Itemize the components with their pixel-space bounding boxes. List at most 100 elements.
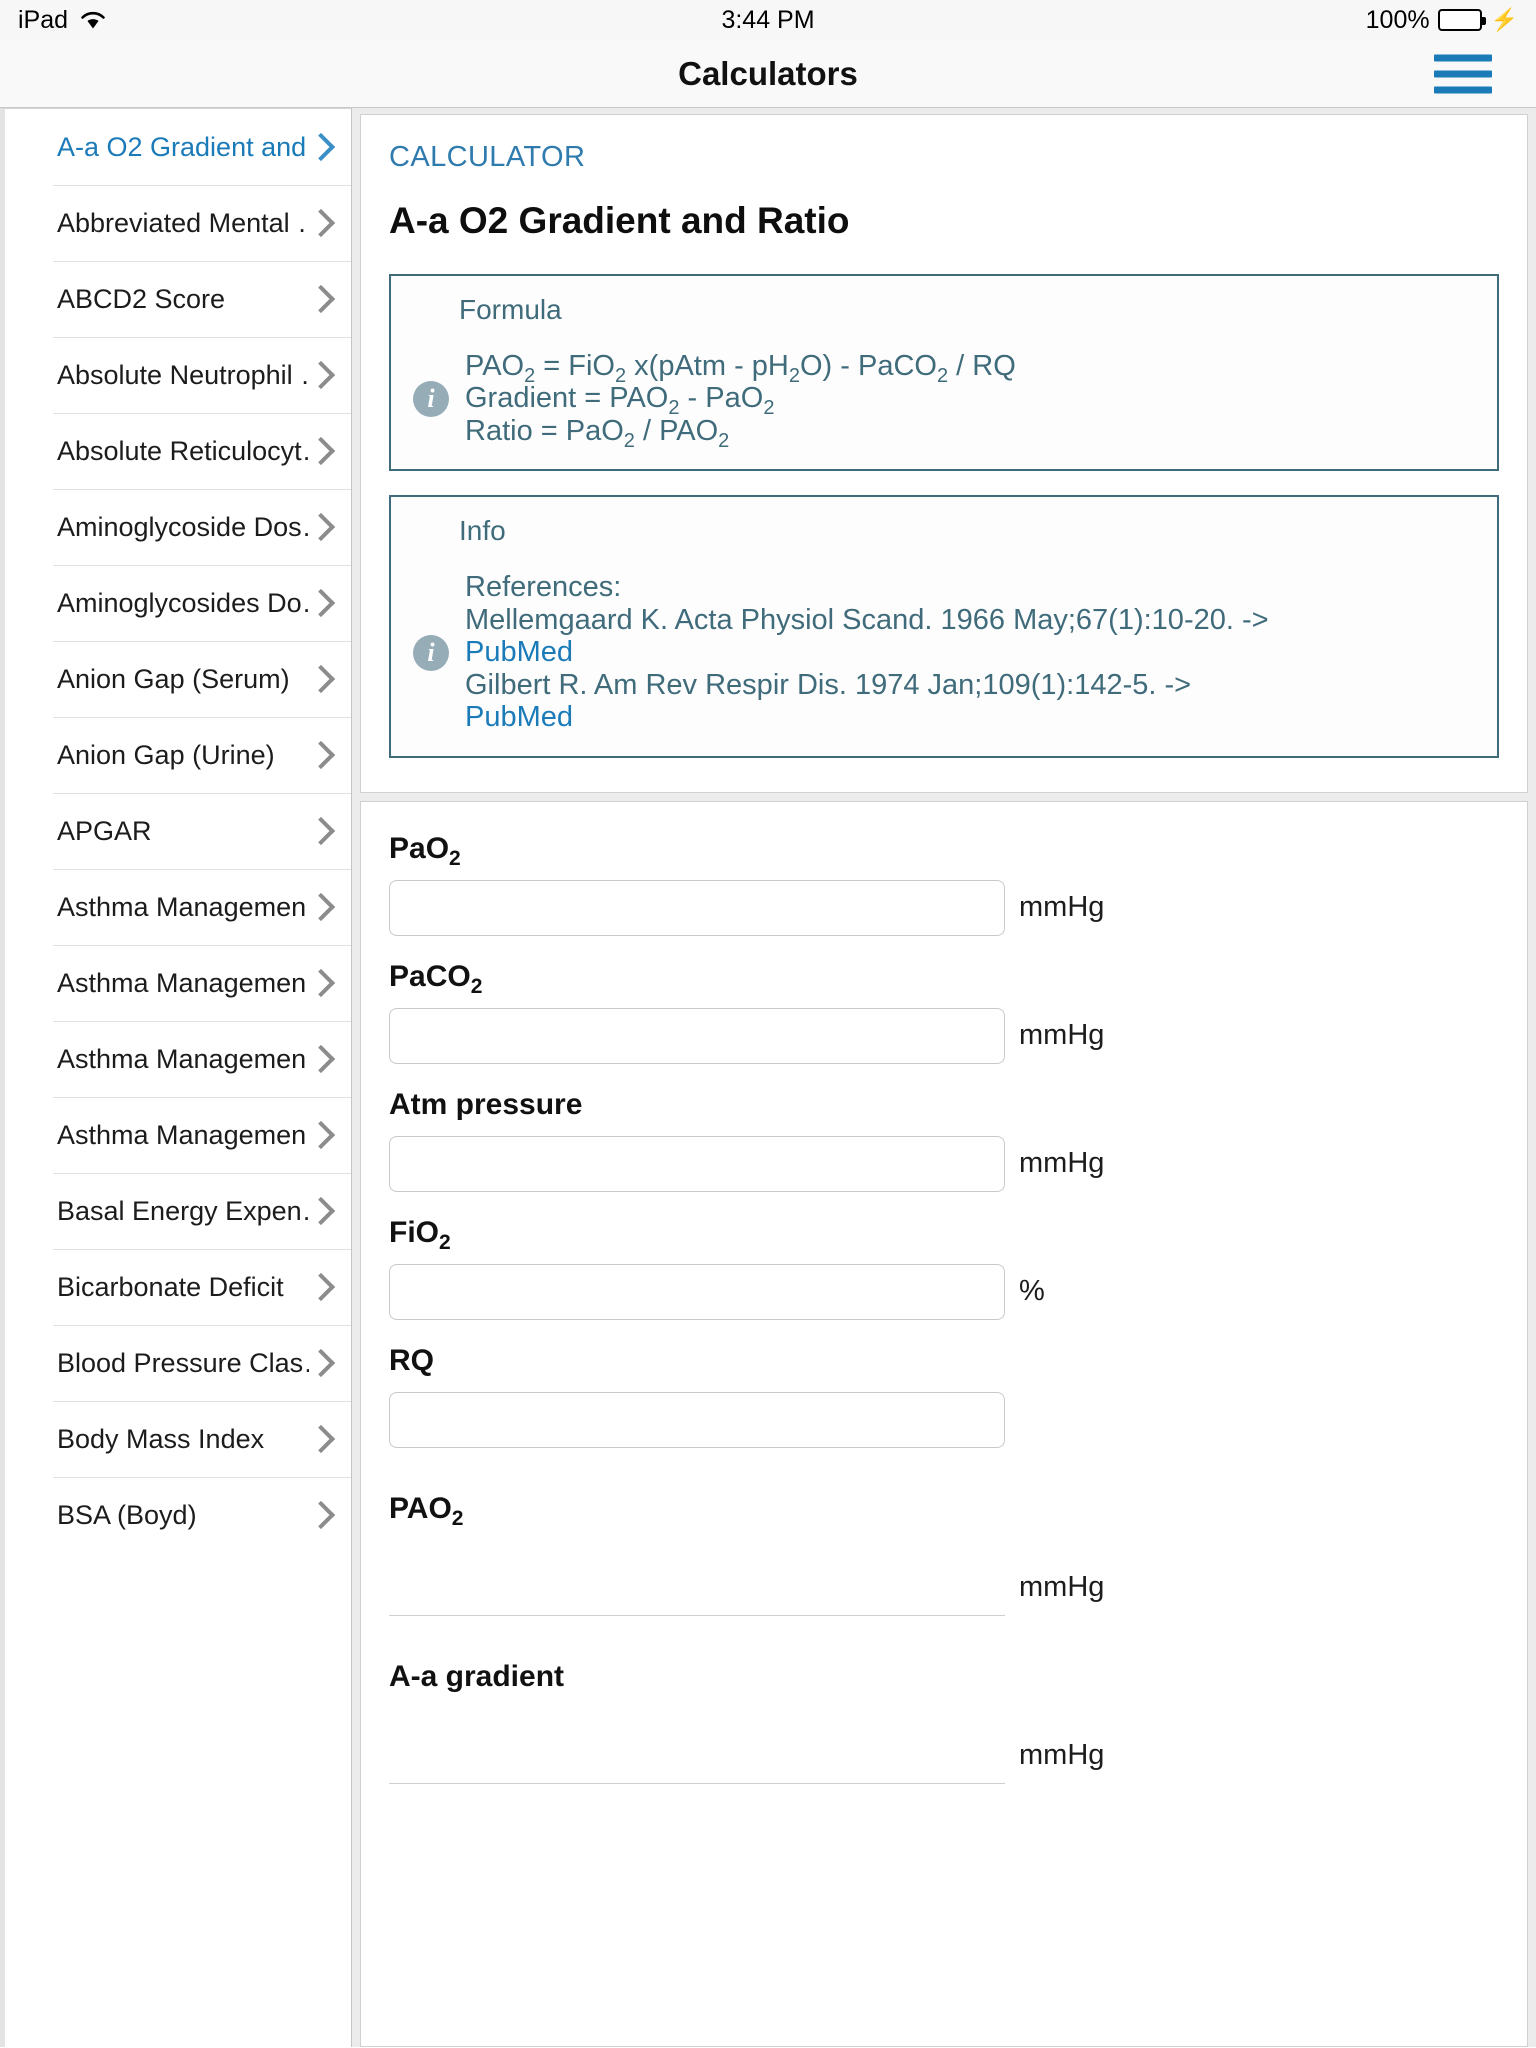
hamburger-menu-icon[interactable] xyxy=(1434,54,1492,93)
atm-pressure-unit: mmHg xyxy=(1019,1147,1105,1180)
field-result-pao2: PAO2 mmHg xyxy=(389,1492,1499,1616)
field-row-atm-pressure: mmHg xyxy=(389,1135,1499,1192)
pao2-unit: mmHg xyxy=(1019,891,1105,924)
chevron-right-icon xyxy=(309,1421,331,1457)
chevron-right-icon xyxy=(309,965,331,1001)
calculator-header-card: CALCULATOR A-a O2 Gradient and Ratio For… xyxy=(360,114,1528,793)
sidebar-item-label: Body Mass Index xyxy=(57,1423,265,1454)
chevron-right-icon xyxy=(309,813,331,849)
field-label-fio2: FiO2 xyxy=(389,1215,451,1254)
sidebar-item-label: Aminoglycosides Do… xyxy=(57,587,309,618)
sidebar-item-label: APGAR xyxy=(57,815,152,846)
sidebar-item-11[interactable]: Asthma Managemen… xyxy=(5,945,351,1021)
aa-gradient-output xyxy=(389,1727,1005,1784)
field-row-fio2: % xyxy=(389,1263,1499,1320)
chevron-right-icon xyxy=(309,433,331,469)
status-bar-left: iPad xyxy=(18,6,106,35)
field-fio2: FiO2 % xyxy=(389,1216,1499,1320)
sidebar-item-15[interactable]: Bicarbonate Deficit xyxy=(5,1249,351,1325)
sidebar-item-10[interactable]: Asthma Managemen… xyxy=(5,869,351,945)
sidebar-item-5[interactable]: Aminoglycoside Dos… xyxy=(5,489,351,565)
field-rq: RQ xyxy=(389,1344,1499,1448)
chevron-right-icon xyxy=(309,737,331,773)
chevron-right-icon xyxy=(309,1497,331,1533)
chevron-right-icon xyxy=(309,1193,331,1229)
pubmed-link-1[interactable]: PubMed xyxy=(465,636,1475,668)
sidebar-item-3[interactable]: Absolute Neutrophil … xyxy=(5,337,351,413)
field-atm-pressure: Atm pressure mmHg xyxy=(389,1088,1499,1192)
result-label-pao2: PAO2 xyxy=(389,1491,464,1530)
formula-line-2: Ratio = PaO2 / PAO2 xyxy=(465,414,730,452)
pubmed-link-2[interactable]: PubMed xyxy=(465,701,1475,733)
field-row-rq xyxy=(389,1391,1499,1448)
rq-input[interactable] xyxy=(389,1391,1005,1448)
battery-full-icon xyxy=(1437,9,1486,31)
field-row-paco2: mmHg xyxy=(389,1007,1499,1064)
chevron-right-icon xyxy=(309,1269,331,1305)
sidebar-item-13[interactable]: Asthma Managemen… xyxy=(5,1097,351,1173)
sidebar-item-label: Absolute Neutrophil … xyxy=(57,359,309,390)
sidebar-item-17[interactable]: Body Mass Index xyxy=(5,1401,351,1477)
chevron-right-icon xyxy=(309,357,331,393)
chevron-right-icon xyxy=(309,509,331,545)
sidebar-item-18[interactable]: BSA (Boyd) xyxy=(5,1477,351,1553)
field-label-pao2: PaO2 xyxy=(389,831,461,870)
sidebar-item-label: A-a O2 Gradient and… xyxy=(57,131,309,162)
pao2-input[interactable] xyxy=(389,879,1005,936)
atm-pressure-input[interactable] xyxy=(389,1135,1005,1192)
sidebar-item-14[interactable]: Basal Energy Expen… xyxy=(5,1173,351,1249)
sidebar-item-9[interactable]: APGAR xyxy=(5,793,351,869)
sidebar-item-0[interactable]: A-a O2 Gradient and… xyxy=(5,109,351,185)
sidebar-item-label: Basal Energy Expen… xyxy=(57,1195,309,1226)
sidebar-item-label: Absolute Reticulocyt… xyxy=(57,435,309,466)
formula-box: Formula i PAO2 = FiO2 x(pAtm - pH2O) - P… xyxy=(389,274,1499,472)
sidebar-item-4[interactable]: Absolute Reticulocyt… xyxy=(5,413,351,489)
info-box-heading: Info xyxy=(459,515,506,547)
pao2-result-unit: mmHg xyxy=(1019,1571,1105,1604)
field-label-rq: RQ xyxy=(389,1343,434,1377)
chevron-right-icon xyxy=(309,1117,331,1153)
aa-gradient-unit: mmHg xyxy=(1019,1739,1105,1772)
chevron-right-icon xyxy=(309,281,331,317)
sidebar-item-7[interactable]: Anion Gap (Serum) xyxy=(5,641,351,717)
status-bar-time: 3:44 PM xyxy=(721,5,815,34)
chevron-right-icon xyxy=(309,1345,331,1381)
result-row-aa-gradient: mmHg xyxy=(389,1727,1499,1784)
info-icon: i xyxy=(413,634,449,671)
paco2-input[interactable] xyxy=(389,1007,1005,1064)
reference-citation-2: Gilbert R. Am Rev Respir Dis. 1974 Jan;1… xyxy=(465,668,1192,701)
sidebar-item-1[interactable]: Abbreviated Mental … xyxy=(5,185,351,261)
info-lines: References: Mellemgaard K. Acta Physiol … xyxy=(465,571,1475,733)
formula-box-body: i PAO2 = FiO2 x(pAtm - pH2O) - PaCO2 / R… xyxy=(413,350,1475,452)
calculator-list-sidebar[interactable]: A-a O2 Gradient and… Abbreviated Mental … xyxy=(0,108,352,2047)
sidebar-item-16[interactable]: Blood Pressure Clas… xyxy=(5,1325,351,1401)
sidebar-item-6[interactable]: Aminoglycosides Do… xyxy=(5,565,351,641)
references-heading: References: xyxy=(465,571,622,604)
field-row-pao2: mmHg xyxy=(389,879,1499,936)
pao2-result-output xyxy=(389,1559,1005,1616)
formula-line-1: Gradient = PAO2 - PaO2 xyxy=(465,382,775,420)
device-label: iPad xyxy=(18,5,69,34)
chevron-right-icon xyxy=(309,661,331,697)
section-kicker: CALCULATOR xyxy=(389,141,586,173)
wifi-icon xyxy=(80,10,106,30)
status-bar: iPad 3:44 PM 100% ⚡ xyxy=(0,0,1536,40)
field-pao2: PaO2 mmHg xyxy=(389,832,1499,936)
calculator-title: A-a O2 Gradient and Ratio xyxy=(389,200,850,241)
sidebar-item-8[interactable]: Anion Gap (Urine) xyxy=(5,717,351,793)
sidebar-item-2[interactable]: ABCD2 Score xyxy=(5,261,351,337)
formula-lines: PAO2 = FiO2 x(pAtm - pH2O) - PaCO2 / RQ … xyxy=(465,350,1475,452)
battery-percent-label: 100% xyxy=(1365,5,1430,34)
charging-bolt-icon: ⚡ xyxy=(1490,7,1518,32)
page-title: Calculators xyxy=(678,54,858,92)
sidebar-item-label: BSA (Boyd) xyxy=(57,1499,197,1530)
fio2-unit: % xyxy=(1019,1275,1045,1308)
chevron-right-icon xyxy=(309,205,331,241)
sidebar-item-label: Asthma Managemen… xyxy=(57,891,309,922)
field-result-aa-gradient: A-a gradient mmHg xyxy=(389,1660,1499,1784)
sidebar-item-12[interactable]: Asthma Managemen… xyxy=(5,1021,351,1097)
fio2-input[interactable] xyxy=(389,1263,1005,1320)
formula-line-0: PAO2 = FiO2 x(pAtm - pH2O) - PaCO2 / RQ xyxy=(465,350,1016,387)
chevron-right-icon xyxy=(309,1041,331,1077)
field-label-paco2: PaCO2 xyxy=(389,959,483,998)
